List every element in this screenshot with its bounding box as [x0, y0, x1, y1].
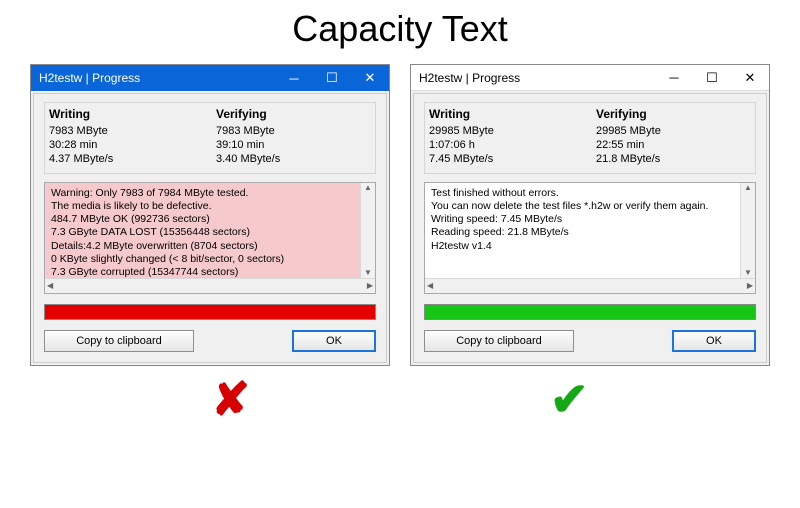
minimize-button[interactable]: ─ — [655, 65, 693, 91]
vertical-scrollbar[interactable]: ▲▼ — [360, 183, 375, 278]
page-title: Capacity Text — [0, 8, 800, 50]
horizontal-scrollbar[interactable]: ◀▶ — [45, 278, 375, 293]
writing-amount: 7983 MByte — [49, 125, 204, 137]
writing-speed: 7.45 MByte/s — [429, 153, 584, 165]
vertical-scrollbar[interactable]: ▲▼ — [740, 183, 755, 278]
check-mark-icon: ✔ — [550, 372, 589, 426]
ok-button[interactable]: OK — [672, 330, 756, 352]
msg-line: H2testw v1.4 — [431, 240, 749, 253]
right-verifying-column: Verifying 29985 MByte 22:55 min 21.8 MBy… — [596, 107, 751, 165]
left-window-title: H2testw | Progress — [39, 71, 275, 85]
msg-line: 7.3 GByte corrupted (15347744 sectors) — [51, 266, 369, 279]
writing-time: 30:28 min — [49, 139, 204, 151]
close-button[interactable]: ✕ — [731, 65, 769, 91]
right-body: Writing 29985 MByte 1:07:06 h 7.45 MByte… — [413, 93, 767, 363]
right-button-row: Copy to clipboard OK — [424, 330, 756, 352]
verifying-time: 39:10 min — [216, 139, 371, 151]
left-stats: Writing 7983 MByte 30:28 min 4.37 MByte/… — [44, 102, 376, 174]
close-button[interactable]: ✕ — [351, 65, 389, 91]
left-message-box: Warning: Only 7983 of 7984 MByte tested.… — [44, 182, 376, 294]
msg-line: Writing speed: 7.45 MByte/s — [431, 213, 749, 226]
verifying-label: Verifying — [216, 107, 371, 121]
right-progress-bar — [424, 304, 756, 320]
cross-mark-icon: ✘ — [211, 372, 250, 426]
copy-to-clipboard-button[interactable]: Copy to clipboard — [424, 330, 574, 352]
verifying-label: Verifying — [596, 107, 751, 121]
left-button-row: Copy to clipboard OK — [44, 330, 376, 352]
msg-line: Reading speed: 21.8 MByte/s — [431, 226, 749, 239]
msg-line: You can now delete the test files *.h2w … — [431, 200, 749, 213]
right-window-title: H2testw | Progress — [419, 71, 655, 85]
right-window: H2testw | Progress ─ ☐ ✕ Writing 29985 M… — [410, 64, 770, 366]
msg-line: The media is likely to be defective. — [51, 200, 369, 213]
left-writing-column: Writing 7983 MByte 30:28 min 4.37 MByte/… — [49, 107, 204, 165]
writing-time: 1:07:06 h — [429, 139, 584, 151]
msg-line: 484.7 MByte OK (992736 sectors) — [51, 213, 369, 226]
right-writing-column: Writing 29985 MByte 1:07:06 h 7.45 MByte… — [429, 107, 584, 165]
right-stats: Writing 29985 MByte 1:07:06 h 7.45 MByte… — [424, 102, 756, 174]
marks-row: ✘ ✔ — [0, 372, 800, 426]
copy-to-clipboard-button[interactable]: Copy to clipboard — [44, 330, 194, 352]
left-body: Writing 7983 MByte 30:28 min 4.37 MByte/… — [33, 93, 387, 363]
verifying-amount: 29985 MByte — [596, 125, 751, 137]
msg-line: Test finished without errors. — [431, 187, 749, 200]
windows-row: H2testw | Progress ─ ☐ ✕ Writing 7983 MB… — [0, 64, 800, 366]
maximize-button[interactable]: ☐ — [313, 65, 351, 91]
msg-line: 7.3 GByte DATA LOST (15356448 sectors) — [51, 226, 369, 239]
minimize-button[interactable]: ─ — [275, 65, 313, 91]
left-progress-bar — [44, 304, 376, 320]
right-titlebar[interactable]: H2testw | Progress ─ ☐ ✕ — [411, 65, 769, 91]
left-titlebar[interactable]: H2testw | Progress ─ ☐ ✕ — [31, 65, 389, 91]
msg-line: Details:4.2 MByte overwritten (8704 sect… — [51, 240, 369, 253]
horizontal-scrollbar[interactable]: ◀▶ — [425, 278, 755, 293]
writing-amount: 29985 MByte — [429, 125, 584, 137]
left-window: H2testw | Progress ─ ☐ ✕ Writing 7983 MB… — [30, 64, 390, 366]
writing-label: Writing — [49, 107, 204, 121]
verifying-speed: 3.40 MByte/s — [216, 153, 371, 165]
ok-button[interactable]: OK — [292, 330, 376, 352]
msg-line: Warning: Only 7983 of 7984 MByte tested. — [51, 187, 369, 200]
writing-label: Writing — [429, 107, 584, 121]
verifying-time: 22:55 min — [596, 139, 751, 151]
right-message-box: Test finished without errors. You can no… — [424, 182, 756, 294]
verifying-speed: 21.8 MByte/s — [596, 153, 751, 165]
msg-line: 0 KByte slightly changed (< 8 bit/sector… — [51, 253, 369, 266]
left-verifying-column: Verifying 7983 MByte 39:10 min 3.40 MByt… — [216, 107, 371, 165]
writing-speed: 4.37 MByte/s — [49, 153, 204, 165]
verifying-amount: 7983 MByte — [216, 125, 371, 137]
maximize-button[interactable]: ☐ — [693, 65, 731, 91]
